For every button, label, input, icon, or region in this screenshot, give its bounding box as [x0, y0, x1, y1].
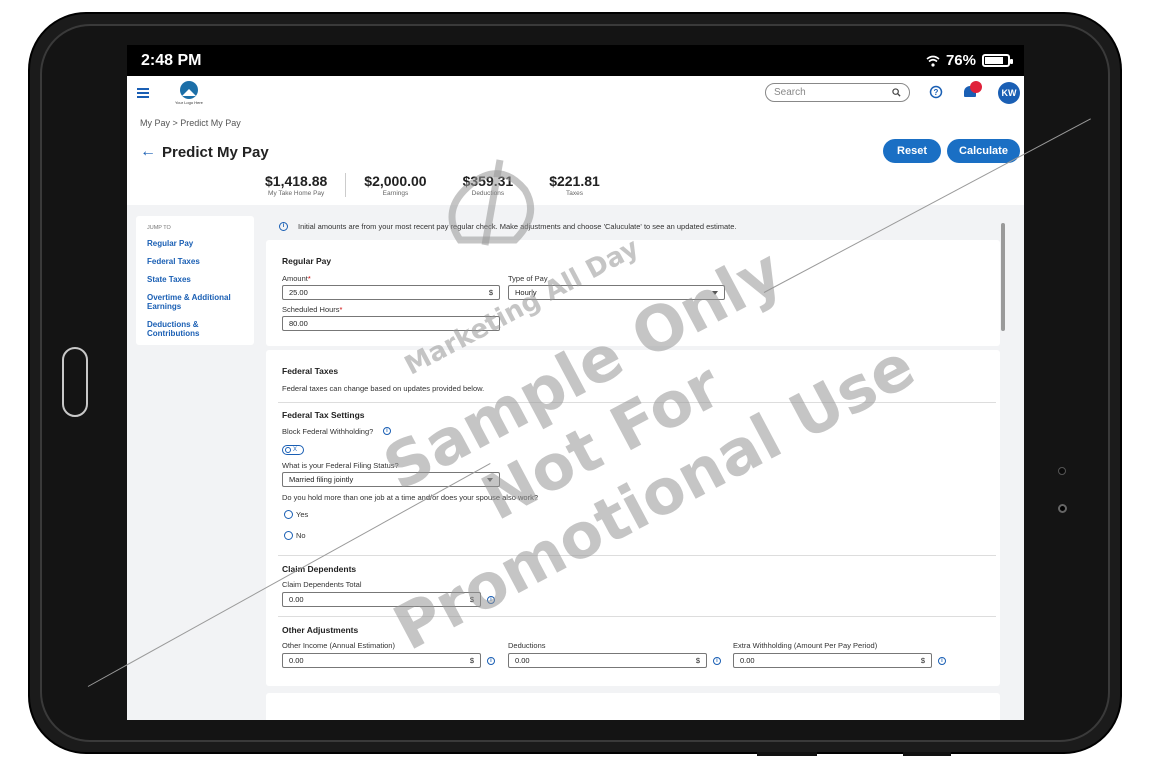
other-income-info-icon[interactable]: i	[487, 657, 495, 665]
summary-take-home: $1,418.88 My Take Home Pay	[247, 173, 347, 197]
logo-icon	[179, 81, 198, 99]
amount-value: 25.00	[289, 288, 308, 297]
regular-pay-title: Regular Pay	[282, 256, 332, 266]
block-withholding-label: Block Federal Withholding?	[282, 427, 374, 436]
help-icon[interactable]: ?	[929, 85, 943, 99]
jump-link-deductions[interactable]: Deductions & Contributions	[147, 320, 243, 338]
watermark-logo-icon	[448, 159, 535, 246]
reset-button[interactable]: Reset	[883, 139, 941, 163]
search-input[interactable]: Search	[765, 83, 910, 102]
federal-taxes-title: Federal Taxes	[282, 366, 339, 376]
deductions-value: 0.00	[515, 656, 530, 665]
wifi-icon	[926, 55, 940, 67]
home-button[interactable]	[62, 347, 88, 417]
divider	[278, 616, 996, 617]
title-row: ← Predict My Pay	[140, 143, 269, 161]
scrollbar[interactable]	[1000, 216, 1006, 711]
svg-text:?: ?	[934, 88, 939, 97]
toggle-off-label: X	[293, 447, 298, 453]
amount-input[interactable]: 25.00 $	[282, 285, 500, 300]
jump-to-nav: JUMP TO Regular Pay Federal Taxes State …	[136, 216, 254, 345]
deductions-input[interactable]: 0.00 $	[508, 653, 707, 668]
other-income-value: 0.00	[289, 656, 304, 665]
extra-withholding-input[interactable]: 0.00 $	[733, 653, 932, 668]
radio-no[interactable]: No	[284, 531, 306, 540]
page-title: Predict My Pay	[162, 143, 269, 161]
other-income-input[interactable]: 0.00 $	[282, 653, 481, 668]
company-logo[interactable]: Your Logo Here	[175, 81, 203, 105]
currency-symbol: $	[488, 288, 493, 297]
notification-badge	[970, 81, 982, 93]
amount-label: Amount*	[282, 274, 311, 283]
scrollbar-thumb[interactable]	[1001, 223, 1005, 331]
federal-tax-settings-title: Federal Tax Settings	[282, 410, 365, 420]
other-adjustments-title: Other Adjustments	[282, 625, 359, 635]
battery-percent: 76%	[945, 52, 976, 69]
deductions-label: Deductions	[508, 641, 546, 650]
toggle-knob	[285, 447, 291, 453]
camera-lens	[1058, 504, 1067, 513]
battery-icon	[982, 54, 1013, 67]
back-arrow-icon[interactable]: ←	[140, 143, 156, 161]
summary-label: Earnings	[382, 190, 409, 197]
divider	[278, 555, 996, 556]
jump-link-state-taxes[interactable]: State Taxes	[147, 275, 243, 284]
block-withholding-toggle[interactable]: X	[282, 445, 304, 455]
info-icon: i	[279, 221, 288, 231]
federal-taxes-desc: Federal taxes can change based on update…	[282, 384, 485, 393]
currency-symbol: $	[469, 656, 474, 665]
volume-button	[757, 752, 817, 756]
currency-symbol: $	[695, 656, 700, 665]
scheduled-hours-label: Scheduled Hours*	[282, 305, 343, 314]
jump-link-federal-taxes[interactable]: Federal Taxes	[147, 257, 243, 266]
scheduled-hours-value: 80.00	[289, 319, 308, 328]
camera-sensor	[1058, 467, 1066, 475]
summary-value: $221.81	[549, 173, 600, 189]
filing-status-label: What is your Federal Filing Status?	[282, 461, 399, 470]
logo-text: Your Logo Here	[175, 100, 203, 105]
jump-link-regular-pay[interactable]: Regular Pay	[147, 239, 243, 248]
status-time: 2:48 PM	[141, 51, 202, 69]
currency-symbol: $	[920, 656, 925, 665]
summary-label: My Take Home Pay	[268, 190, 325, 197]
extra-withholding-info-icon[interactable]: i	[938, 657, 946, 665]
app-header: Your Logo Here Search ? KW	[127, 76, 1024, 110]
claim-dependents-value: 0.00	[289, 595, 304, 604]
jump-link-overtime[interactable]: Overtime & Additional Earnings	[147, 293, 243, 311]
summary-value: $2,000.00	[364, 173, 427, 189]
power-button	[903, 752, 951, 756]
notification-bell-icon[interactable]	[962, 81, 982, 101]
jump-to-title: JUMP TO	[147, 225, 171, 231]
other-income-label: Other Income (Annual Estimation)	[282, 641, 395, 650]
summary-label: Taxes	[566, 190, 583, 197]
summary-value: $1,418.88	[265, 173, 328, 189]
deductions-info-icon[interactable]: i	[713, 657, 721, 665]
claim-dependents-label: Claim Dependents Total	[282, 580, 362, 589]
radio-circle	[284, 531, 293, 540]
info-banner: i Initial amounts are from your most rec…	[267, 218, 1002, 234]
radio-circle	[284, 510, 293, 519]
status-indicators: 76%	[926, 52, 1013, 69]
status-bar: 2:48 PM 76%	[127, 45, 1024, 76]
menu-icon[interactable]	[137, 88, 149, 98]
filing-status-value: Married filing jointly	[289, 475, 354, 484]
extra-withholding-value: 0.00	[740, 656, 755, 665]
next-section-card	[266, 693, 1000, 720]
extra-withholding-label: Extra Withholding (Amount Per Pay Period…	[733, 641, 878, 650]
calculate-button[interactable]: Calculate	[947, 139, 1020, 163]
avatar[interactable]: KW	[998, 82, 1020, 104]
search-icon[interactable]	[892, 88, 901, 97]
breadcrumb[interactable]: My Pay > Predict My Pay	[140, 118, 241, 128]
search-placeholder: Search	[774, 87, 806, 98]
radio-yes[interactable]: Yes	[284, 510, 308, 519]
